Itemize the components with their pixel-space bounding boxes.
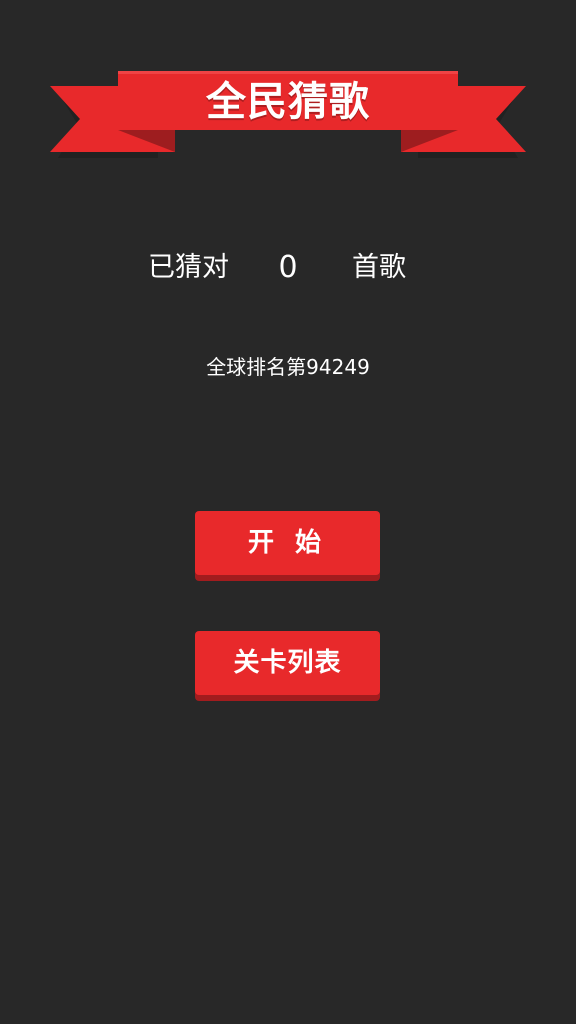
score-prefix-label: 已猜对 [148, 252, 229, 283]
score-line: 已猜对 0 首歌 [0, 246, 576, 290]
start-button[interactable]: 开 始 [195, 511, 380, 575]
global-ranking-text: 全球排名第94249 [206, 355, 370, 379]
app-title: 全民猜歌 [206, 79, 370, 125]
title-banner: 全民猜歌 [0, 0, 576, 170]
score-suffix-label: 首歌 [352, 252, 406, 283]
score-count: 0 [278, 250, 298, 285]
level-list-button[interactable]: 关卡列表 [195, 631, 380, 695]
